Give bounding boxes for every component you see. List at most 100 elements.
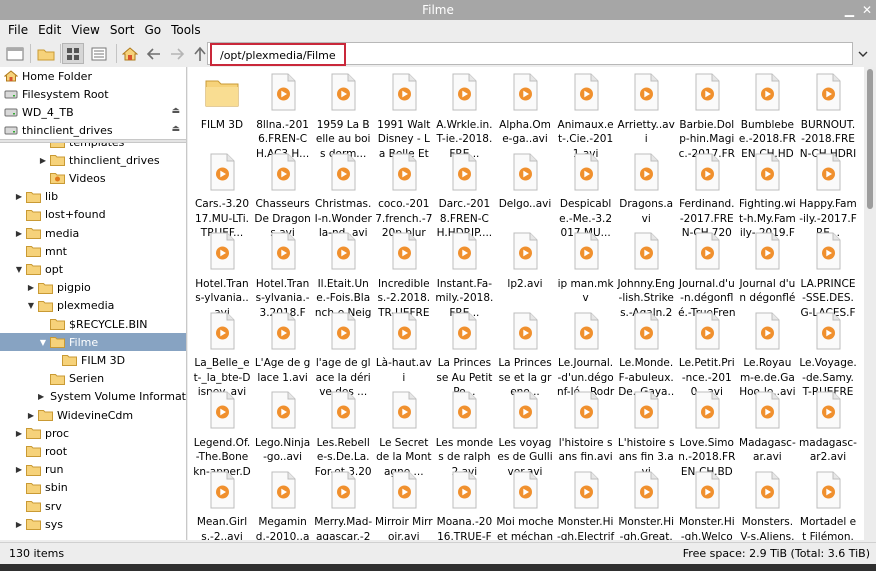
file-item[interactable]: Fighting.wit-h.My.Family-.2019.FR... [738,149,796,241]
new-folder-button[interactable] [35,43,57,64]
tree-node[interactable]: FILM 3D [0,351,186,369]
file-item[interactable]: Hotel.Trans-ylvania.-3.2018.FR... [254,228,312,320]
file-item[interactable]: Moi moche et méchant.avi [496,467,554,540]
file-item[interactable]: A.Wrkle.in.T-ie.-2018.FRE... [435,69,493,161]
tree-node[interactable]: ▶ pigpio [0,279,186,297]
file-item[interactable]: Le.Royaum-e.de.GaHoo-le..avi [738,308,796,400]
file-item[interactable]: Là-haut.avi [375,308,433,386]
minimize-icon[interactable]: ▁ [845,0,854,20]
file-item[interactable]: l'age de glace la dérive des ... [314,308,372,400]
tree-node[interactable]: ▼ Filme [0,333,186,352]
menu-sort[interactable]: Sort [105,20,140,40]
expand-right-icon[interactable]: ▶ [38,156,48,165]
file-item[interactable]: Les mondes de ralph 2.avi [435,387,493,479]
tree-node[interactable]: srv [0,497,186,515]
file-item[interactable]: Monster.Hi-gh.Great.Sc-arrier.Reef.... [617,467,675,540]
file-item[interactable]: Johnny.Eng-lish.Strikes.-Agaln.201... [617,228,675,320]
file-item[interactable]: BURNOUT.-2018.FREN-CH.HDRIP.... [799,69,857,161]
place-item[interactable]: WD_4_TB ⏏ [0,103,186,121]
tree-node[interactable]: ▶ media [0,224,186,242]
file-item[interactable]: Megamind.-2010..avi [254,467,312,540]
expand-right-icon[interactable]: ▶ [26,411,36,420]
tree-node[interactable]: ▶ System Volume Informatic [0,388,186,406]
tree-node[interactable]: ▶ run [0,461,186,479]
file-item[interactable]: Legend.Of.-The.Bonekn-apper.Drag... [193,387,251,479]
menu-view[interactable]: View [66,20,104,40]
file-item[interactable]: Il.Etait.Une.-Fois.Blanch-e.Neige..avi [314,228,372,320]
file-item[interactable]: FILM 3D [193,69,251,132]
place-item[interactable]: Home Folder [0,67,186,85]
menu-go[interactable]: Go [139,20,166,40]
expand-right-icon[interactable]: ▶ [14,192,24,201]
forward-button[interactable] [166,43,188,64]
path-input[interactable]: /opt/plexmedia/Filme [210,43,346,66]
file-item[interactable]: Cars.-3.2017.MU-LTi.TRUEF... [193,149,251,241]
file-item[interactable]: Incredibles.-2.2018.TR-UEFRENC... [375,228,433,320]
file-item[interactable]: Chasseurs De Dragons.avi [254,149,312,241]
expand-right-icon[interactable]: ▶ [14,520,24,529]
file-item[interactable]: lp2.avi [496,228,554,291]
file-item[interactable]: Moana.-2016.TRUE-FRENCH.7... [435,467,493,540]
tree-node[interactable]: $RECYCLE.BIN [0,315,186,333]
file-item[interactable]: Dragons.avi [617,149,675,227]
file-item[interactable]: Despicable.-Me.-3.2017.MU... [557,149,615,241]
tree-node[interactable]: lost+found [0,206,186,224]
close-icon[interactable]: ✕ [862,0,872,20]
file-item[interactable]: Le.Journal.-d'un.dégonf-lé...Rodric... [557,308,615,400]
file-item[interactable]: Ferdinand.-2017.FREN-CH.720p.B... [678,149,736,241]
file-item[interactable]: Monster.Hi-gh.Electrifie-d.2017.FR... [557,467,615,540]
expand-down-icon[interactable]: ▼ [14,265,24,274]
tree-node[interactable]: ▶ thinclient_drives [0,151,186,169]
file-item[interactable]: Hotel.Trans-ylvania..avi [193,228,251,320]
file-item[interactable]: Mirroir Mirroir.avi [375,467,433,540]
file-item[interactable]: coco.-2017.french.-720p.blura... [375,149,433,241]
expand-right-icon[interactable]: ▶ [14,429,24,438]
file-item[interactable]: Madagasc-ar.avi [738,387,796,465]
tree-node[interactable]: mnt [0,242,186,260]
file-item[interactable]: Monster.Hi-gh.Welcom-e.To.Mons... [678,467,736,540]
file-item[interactable]: Journal d'un dégonflé ... [738,228,796,320]
file-item[interactable]: Le Secret de la Montagne ... [375,387,433,479]
icon-view-button[interactable] [62,43,84,64]
tree-node[interactable]: sbin [0,479,186,497]
file-item[interactable]: l'histoire sans fin.avi [557,387,615,465]
expand-down-icon[interactable]: ▼ [26,301,36,310]
file-item[interactable]: La Princesse et la grenо... [496,308,554,400]
tree-node[interactable]: ▶ lib [0,188,186,206]
file-item[interactable]: Love.Simon.-2018.FREN-CH.BDRip.... [678,387,736,479]
place-item[interactable]: Filesystem Root [0,85,186,103]
file-item[interactable]: Barbie.Dolp-hin.Magic.-2017.FRE... [678,69,736,161]
file-item[interactable]: Instant.Fa-mily.-2018.FRE... [435,228,493,320]
file-item[interactable]: Les voyages de Gulliver.avi [496,387,554,479]
file-item[interactable]: L'Age de glace 1.avi [254,308,312,386]
new-window-button[interactable] [4,43,26,64]
file-item[interactable]: Monsters.V-s.Aliens.avi [738,467,796,540]
tree-node[interactable]: ▶ sys [0,515,186,533]
file-item[interactable]: Bumblebee.-2018.FREN-CH.HDRip.... [738,69,796,161]
file-item[interactable]: Le.Monde.F-abuleux.De.-Gaya..avi [617,308,675,400]
file-item[interactable]: Arrietty..avi [617,69,675,147]
eject-icon[interactable]: ⏏ [171,124,180,134]
tree-node[interactable]: templates [0,143,186,151]
tree-node[interactable]: ▼ opt [0,260,186,278]
expand-right-icon[interactable]: ▶ [14,229,24,238]
file-item[interactable]: Mortadel et Filémon.avi [799,467,857,540]
expand-right-icon[interactable]: ▶ [14,465,24,474]
file-item[interactable]: madagasc-ar2.avi [799,387,857,465]
file-item[interactable]: Mean.Girls.-2..avi [193,467,251,540]
expand-right-icon[interactable]: ▶ [26,283,36,292]
home-button[interactable] [119,43,141,64]
file-item[interactable]: 1959 La Belle au bois dorm... [314,69,372,161]
tree-node[interactable]: ▶ proc [0,424,186,442]
menu-edit[interactable]: Edit [33,20,66,40]
file-item[interactable]: La Princesse Au Petit Po... [435,308,493,400]
file-item[interactable]: Le.Voyage.-de.Samy.T-RUEFREN... [799,308,857,400]
path-history-button[interactable] [853,42,873,65]
eject-icon[interactable]: ⏏ [171,106,180,116]
file-item[interactable]: Delgo..avi [496,149,554,212]
tree-node[interactable]: Videos [0,169,186,187]
file-item[interactable]: Les.Rebelle-s.De.La.For-et.3.2010.... [314,387,372,479]
file-item[interactable]: Darc.-2018.FREN-CH.HDRIP.... [435,149,493,241]
expand-down-icon[interactable]: ▼ [38,338,48,347]
file-item[interactable]: Lego.Ninja-go..avi [254,387,312,465]
